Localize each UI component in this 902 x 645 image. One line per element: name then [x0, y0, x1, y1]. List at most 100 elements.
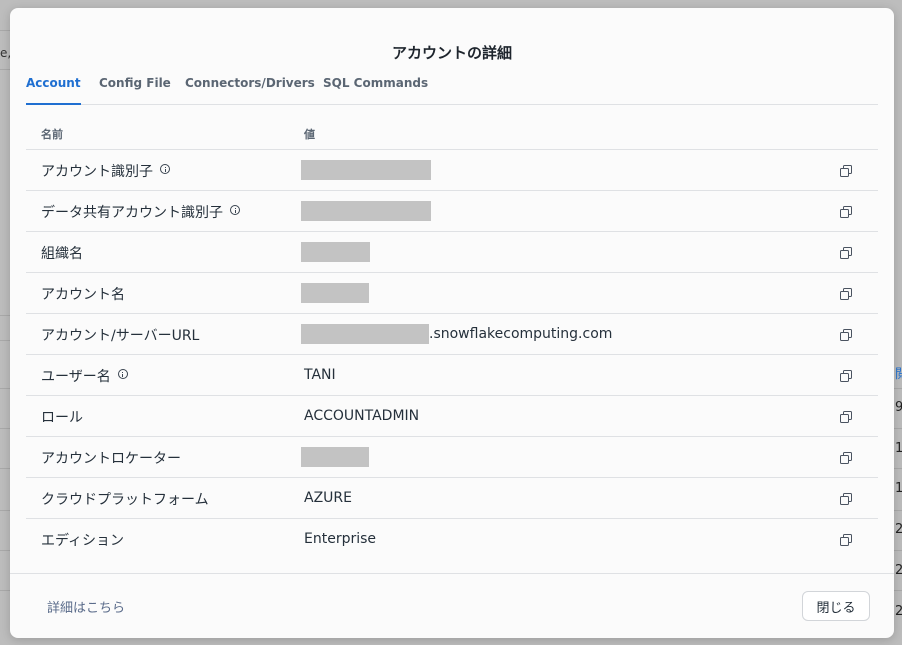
background-cell: 閲 — [895, 367, 902, 382]
row-name-label: ロール — [41, 410, 83, 426]
copy-icon-front — [840, 373, 849, 382]
row-value-text: AZURE — [304, 490, 352, 506]
header-value: 値 — [304, 128, 315, 141]
copy-icon[interactable] — [840, 288, 852, 300]
background-cell: 9 — [895, 400, 902, 415]
background-cell: 2 — [895, 522, 902, 537]
table-row: エディション Enterprise — [26, 519, 878, 559]
row-name-label: アカウント名 — [41, 287, 125, 303]
background-divider — [0, 69, 10, 70]
background-divider — [893, 388, 902, 389]
copy-icon[interactable] — [840, 534, 852, 546]
dialog-footer: 詳細はこちら 閉じる — [10, 573, 894, 638]
copy-icon[interactable] — [840, 493, 852, 505]
row-value-cell: AZURE — [301, 488, 352, 508]
copy-icon-front — [840, 414, 849, 423]
row-value-cell: .snowflakecomputing.com — [301, 324, 612, 344]
row-value-cell: ACCOUNTADMIN — [301, 406, 419, 426]
row-value-text: TANI — [304, 367, 336, 383]
learn-more-link[interactable]: 詳細はこちら — [47, 597, 125, 616]
table-row: アカウントロケーター — [26, 437, 878, 478]
redacted-value — [301, 447, 369, 467]
copy-icon[interactable] — [840, 165, 852, 177]
tab-config-file[interactable]: Config File — [99, 76, 171, 104]
row-name-label: 組織名 — [41, 246, 83, 262]
table-row: データ共有アカウント識別子 — [26, 191, 878, 232]
row-name-cell: アカウント名 — [41, 284, 125, 304]
row-name-label: エディション — [41, 533, 125, 549]
background-cell: 1 — [895, 441, 902, 456]
row-value-cell — [301, 242, 370, 262]
background-divider — [0, 510, 10, 511]
tab-bar: Account Config File Connectors/Drivers S… — [26, 76, 878, 105]
account-details-dialog: アカウントの詳細 Account Config File Connectors/… — [10, 8, 894, 638]
tab-sql-commands[interactable]: SQL Commands — [323, 76, 428, 104]
table-row: 組織名 — [26, 232, 878, 273]
background-divider — [0, 340, 10, 341]
copy-icon-front — [840, 209, 849, 218]
tab-connectors-drivers[interactable]: Connectors/Drivers — [185, 76, 315, 104]
background-divider — [0, 590, 10, 591]
copy-icon[interactable] — [840, 370, 852, 382]
copy-icon-front — [840, 168, 849, 177]
row-value-cell — [301, 447, 369, 467]
background-divider — [893, 550, 902, 551]
row-name-label: データ共有アカウント識別子 — [41, 205, 223, 221]
copy-icon-front — [840, 250, 849, 259]
redacted-value — [301, 242, 370, 262]
account-details-table: 名前 値 アカウント識別子 データ共有アカウント識別子 組織名 アカウント名 アカウント… — [26, 118, 878, 559]
row-name-cell: ロール — [41, 407, 83, 427]
table-row: アカウント名 — [26, 273, 878, 314]
row-value-cell — [301, 201, 431, 221]
background-divider — [893, 428, 902, 429]
row-name-cell: アカウント/サーバーURL — [41, 325, 199, 345]
row-name-label: アカウントロケーター — [41, 451, 181, 467]
copy-icon[interactable] — [840, 452, 852, 464]
row-value-cell: Enterprise — [301, 529, 376, 549]
row-name-cell: エディション — [41, 530, 124, 550]
row-value-cell: TANI — [301, 365, 336, 385]
header-name: 名前 — [41, 128, 63, 141]
table-row: ユーザー名 TANI — [26, 355, 878, 396]
row-name-cell: アカウントロケーター — [41, 448, 181, 468]
row-name-cell: 組織名 — [41, 243, 83, 263]
table-header: 名前 値 — [26, 118, 878, 150]
dialog-title: アカウントの詳細 — [391, 44, 512, 62]
background-divider — [0, 388, 10, 389]
row-value-text: ACCOUNTADMIN — [304, 408, 420, 424]
info-icon[interactable] — [160, 164, 170, 174]
row-name-cell: ユーザー名 — [41, 366, 128, 386]
table-row: ロール ACCOUNTADMIN — [26, 396, 878, 437]
background-cell: 2 — [895, 604, 902, 619]
redacted-value — [301, 324, 429, 344]
row-name-label: ユーザー名 — [41, 369, 111, 385]
info-icon[interactable] — [117, 369, 128, 379]
copy-icon-front — [840, 455, 849, 464]
copy-icon-front — [840, 291, 849, 300]
redacted-value — [301, 160, 431, 180]
row-value-suffix: .snowflakecomputing.com — [429, 326, 613, 342]
background-divider — [0, 428, 10, 429]
copy-icon[interactable] — [840, 247, 852, 259]
row-name-cell: クラウドプラットフォーム — [41, 489, 209, 509]
copy-icon-front — [840, 537, 849, 546]
copy-icon[interactable] — [840, 411, 852, 423]
background-divider — [893, 590, 902, 591]
row-name-label: アカウント/サーバーURL — [41, 328, 200, 344]
tab-account[interactable]: Account — [26, 76, 81, 105]
copy-icon[interactable] — [840, 329, 852, 341]
table-body: アカウント識別子データ共有アカウント識別子 組織名アカウント名アカウント/サーバー… — [26, 150, 878, 559]
background-divider — [893, 510, 902, 511]
redacted-value — [301, 283, 369, 303]
close-button[interactable]: 閉じる — [802, 591, 870, 621]
row-name-cell: データ共有アカウント識別子 — [41, 202, 240, 222]
copy-icon[interactable] — [840, 206, 852, 218]
redacted-value — [301, 201, 431, 221]
info-icon[interactable] — [230, 205, 240, 215]
table-row: アカウント/サーバーURL .snowflakecomputing.com — [26, 314, 878, 355]
table-row: アカウント識別子 — [26, 150, 878, 191]
background-cell: 2 — [895, 563, 902, 578]
row-name-cell: アカウント識別子 — [41, 161, 170, 181]
background-divider — [893, 468, 902, 469]
background-divider — [0, 550, 10, 551]
